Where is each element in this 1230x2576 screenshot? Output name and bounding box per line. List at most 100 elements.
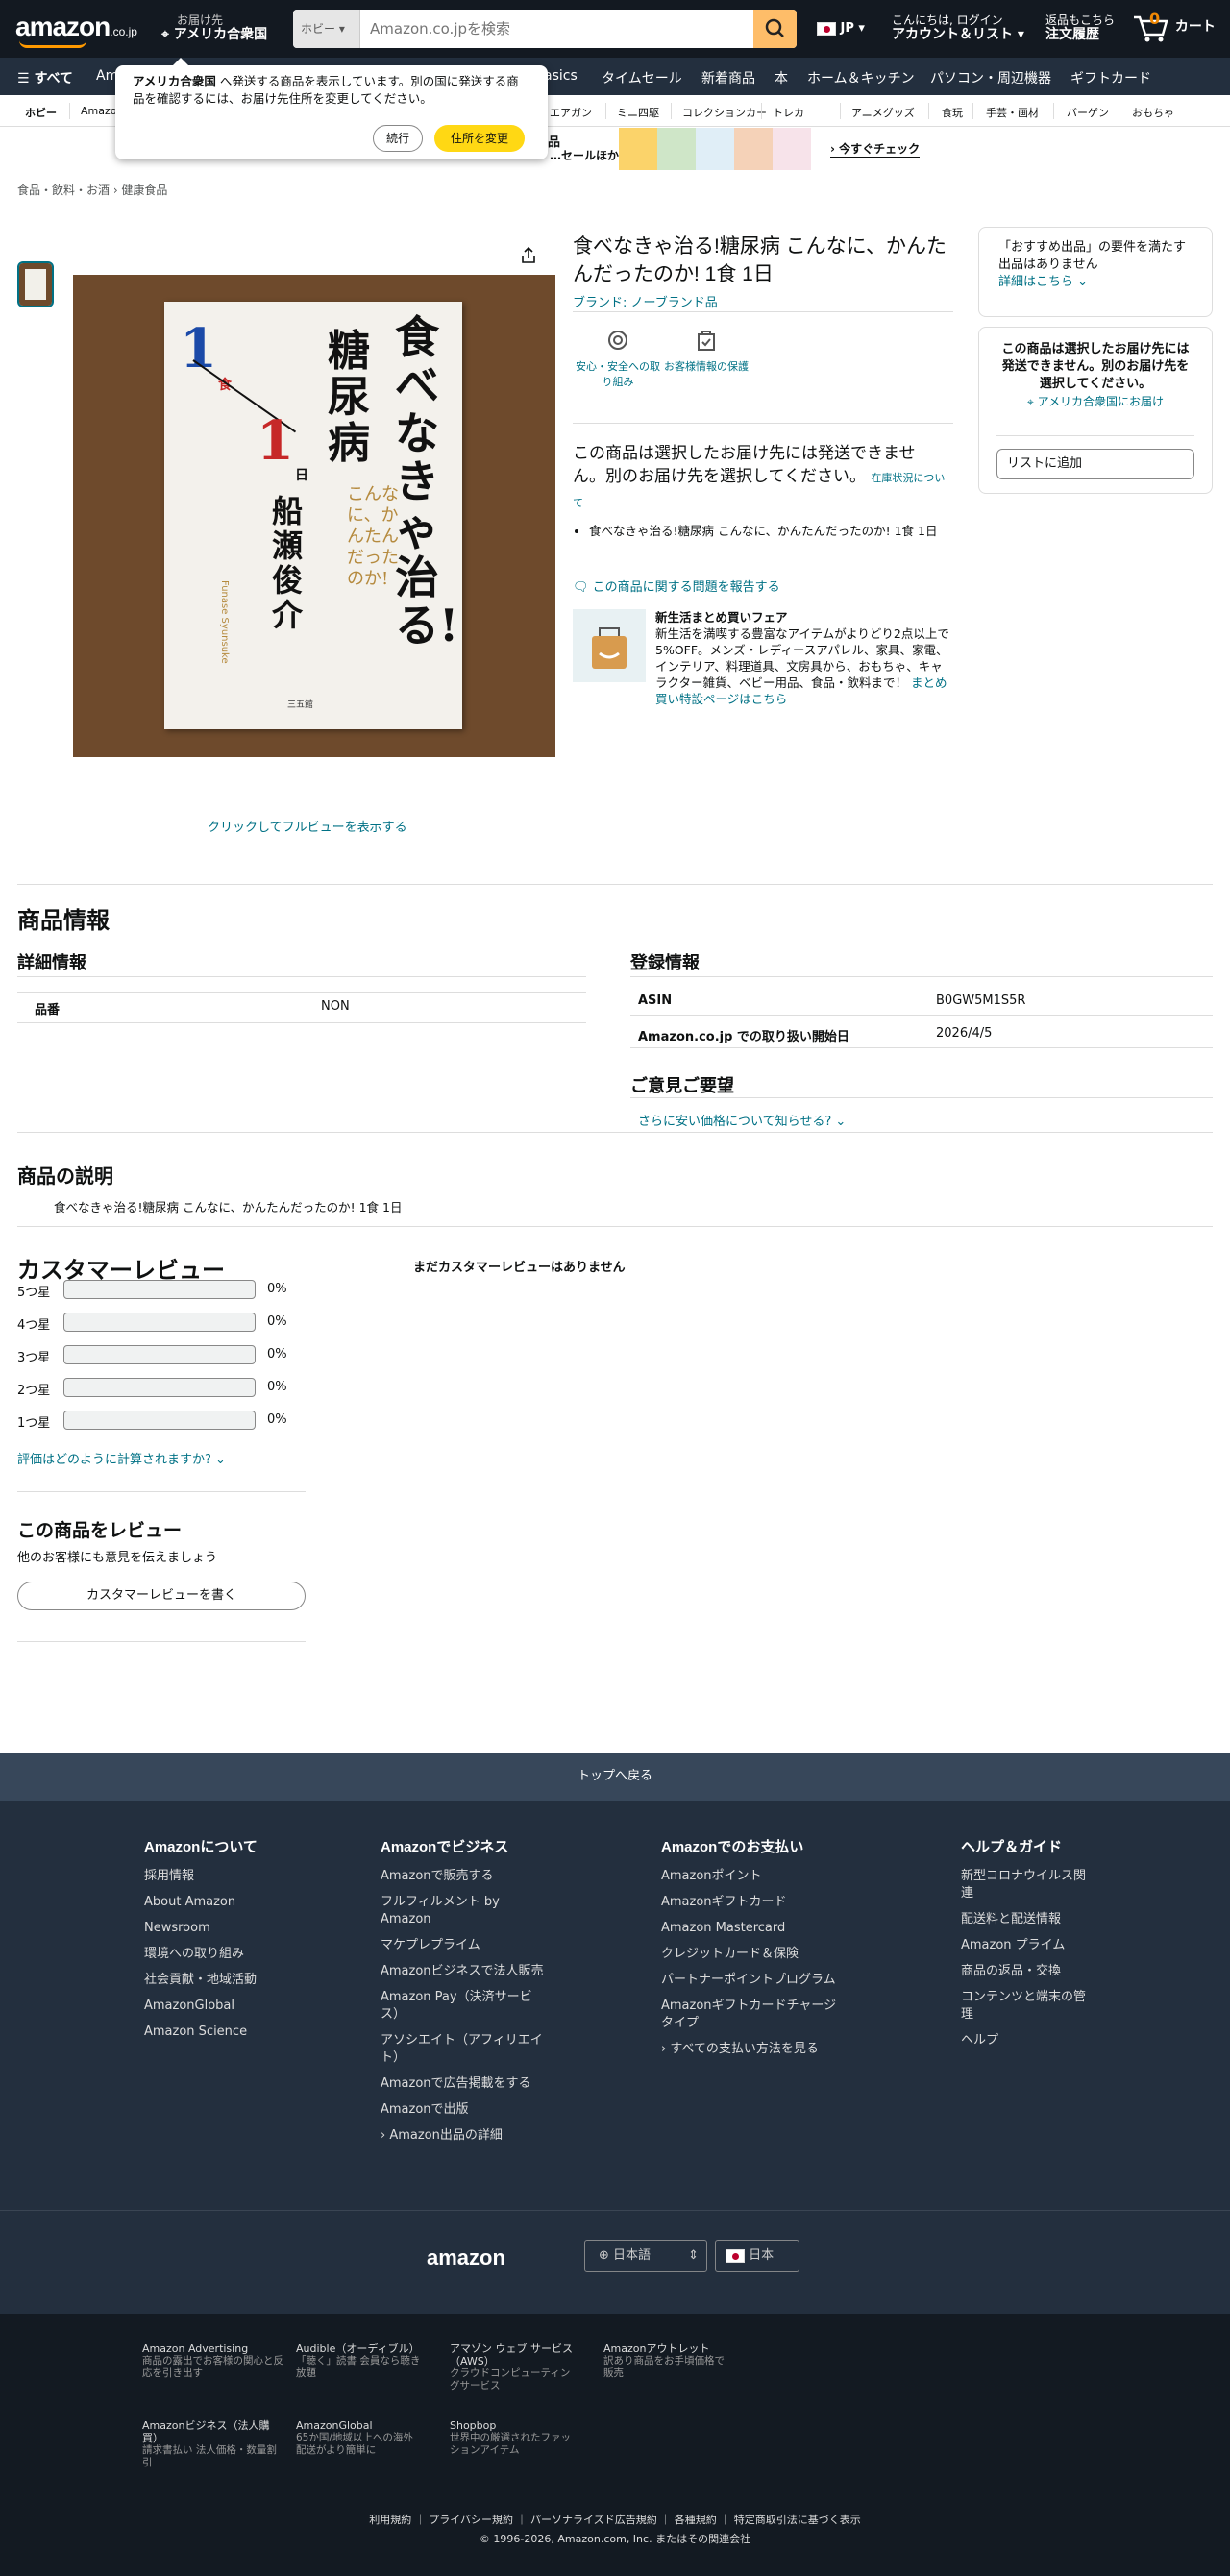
rating-percent: 0% [267, 1412, 287, 1427]
footer-link[interactable]: About Amazon [144, 1894, 279, 1911]
legal-link-terms[interactable]: 利用規約 [369, 2514, 411, 2526]
back-to-top-button[interactable]: トップへ戻る [0, 1753, 1230, 1801]
rating-row[interactable]: 3つ星 0% [17, 1345, 306, 1365]
subnav-bargain[interactable]: バーゲン [1067, 105, 1109, 120]
footer-link[interactable]: Newsroom [144, 1920, 279, 1937]
footer-link[interactable]: AmazonGlobal [144, 1998, 279, 2015]
footer-link[interactable]: Amazon Mastercard [661, 1920, 844, 1937]
price-feedback-link[interactable]: さらに安い価格について知らせる? ⌄ [638, 1111, 846, 1129]
language-selector[interactable]: JP ▾ [817, 21, 865, 36]
rating-row[interactable]: 2つ星 0% [17, 1378, 306, 1398]
footer-link[interactable]: Amazonで広告掲載をする [381, 2075, 544, 2093]
nav-item-books[interactable]: 本 [775, 68, 788, 87]
report-issue-link[interactable]: 🗨 この商品に関する問題を報告する [573, 577, 780, 595]
footer-link[interactable]: Amazonポイント [661, 1868, 844, 1885]
footer-link[interactable]: Amazon Pay（決済サービス） [381, 1989, 544, 2024]
nav-item-new[interactable]: 新着商品 [701, 68, 755, 87]
footer-link[interactable]: Amazon Science [144, 2024, 279, 2041]
footer-link[interactable]: アソシエイト（アフィリエイト） [381, 2032, 544, 2067]
rating-calc-link[interactable]: 評価はどのように計算されますか? ⌄ [17, 1449, 226, 1467]
legal-link-various[interactable]: 各種規約 [675, 2514, 717, 2526]
subnav-trading-cards[interactable]: トレカ [773, 105, 804, 120]
nav-all-menu[interactable]: ☰ すべて [17, 68, 73, 87]
privacy-feature[interactable]: お客様情報の保護 [663, 327, 750, 375]
rating-bar [63, 1280, 256, 1299]
footer-link[interactable]: 採用情報 [144, 1868, 279, 1885]
footer-link[interactable]: Amazonギフトカード [661, 1894, 844, 1911]
nav-item-pc[interactable]: パソコン・周辺機器 [930, 68, 1051, 87]
product-main-image[interactable]: 食べなきゃ治る! 糖尿病 こんなに、かんたんだったのか! 1 食 1 日 船瀬俊… [73, 275, 555, 757]
deliver-to[interactable]: お届け先 ⌖ アメリカ合衆国 [161, 13, 267, 42]
search-category-dropdown[interactable]: ホビー ▾ [293, 10, 360, 48]
footer-link[interactable]: コンテンツと端末の管理 [961, 1989, 1095, 2024]
rating-row[interactable]: 5つ星 0% [17, 1280, 306, 1300]
amazon-logo[interactable]: amazon.co.jp [15, 12, 137, 48]
footer-link[interactable]: 社会貢献・地域活動 [144, 1972, 279, 1989]
subnav-shokugan[interactable]: 食玩 [942, 105, 963, 120]
subnav-craft[interactable]: 手芸・画材 [986, 105, 1039, 120]
legal-link-ads[interactable]: パーソナライズド広告規約 [530, 2514, 657, 2526]
footer-link[interactable]: › Amazon出品の詳細 [381, 2127, 544, 2145]
subnav-collection-car[interactable]: コレクションカー [682, 105, 767, 120]
image-thumbnail[interactable] [17, 261, 54, 307]
footer-amazon-logo[interactable]: amazon [427, 2245, 505, 2270]
subnav-anime-goods[interactable]: アニメグッズ [851, 105, 915, 120]
subnav-mini4wd[interactable]: ミニ四駆 [617, 105, 659, 120]
service-audible[interactable]: Audible（オーディブル） 「聴く」読書 会員なら聴き放題 [296, 2343, 421, 2380]
footer-link[interactable]: Amazonで出版 [381, 2101, 544, 2119]
safety-feature[interactable]: 安心・安全への取り組み [575, 327, 661, 390]
footer-link[interactable]: 新型コロナウイルス関連 [961, 1868, 1095, 1902]
footer-link[interactable]: 配送料と配送情報 [961, 1911, 1095, 1928]
brand-link[interactable]: ブランド: ノーブランド品 [573, 292, 718, 310]
search-input[interactable] [362, 10, 747, 48]
service-aws[interactable]: アマゾン ウェブ サービス（AWS） クラウドコンピューティングサービス [450, 2343, 575, 2392]
footer-link[interactable]: Amazon プライム [961, 1937, 1095, 1954]
footer-link[interactable]: 環境への取り組み [144, 1946, 279, 1963]
footer-link[interactable]: Amazonビジネスで法人販売 [381, 1963, 544, 1980]
subnav-airgun[interactable]: エアガン [550, 105, 592, 120]
nav-item-basics[interactable]: asics [544, 68, 578, 84]
footer-link[interactable]: 商品の返品・交換 [961, 1963, 1095, 1980]
banner-cta-link[interactable]: › 今すぐチェック [830, 140, 921, 158]
breadcrumb[interactable]: 食品・飲料・お酒 › 健康食品 [17, 182, 167, 198]
continue-button[interactable]: 続行 [373, 125, 423, 152]
subnav-toys[interactable]: おもちゃ [1132, 105, 1174, 120]
footer-country-select[interactable]: 日本 [715, 2240, 800, 2272]
share-button[interactable] [519, 246, 538, 269]
account-menu[interactable]: こんにちは, ログイン アカウント＆リスト ▾ [892, 13, 1024, 42]
footer-language-select[interactable]: ⊕ 日本語 ⇕ [584, 2240, 707, 2272]
footer-link[interactable]: パートナーポイントプログラム [661, 1972, 844, 1989]
service-outlet[interactable]: Amazonアウトレット 訳あり商品をお手頃価格で販売 [603, 2343, 728, 2380]
subnav-amazon[interactable]: Amazo [81, 105, 117, 117]
details-link[interactable]: 詳細はこちら ⌄ [998, 275, 1088, 289]
promo-image[interactable] [573, 609, 646, 682]
service-shopbop[interactable]: Shopbop 世界中の厳選されたファッションアイテム [450, 2419, 575, 2457]
service-advertising[interactable]: Amazon Advertising 商品の露出でお客様の関心と反応を引き出す [142, 2343, 286, 2380]
service-global[interactable]: AmazonGlobal 65か国/地域以上への海外配送がより簡単に [296, 2419, 421, 2457]
rating-row[interactable]: 1つ星 0% [17, 1411, 306, 1431]
search-button[interactable] [753, 10, 797, 48]
write-review-button[interactable]: カスタマーレビューを書く [17, 1582, 306, 1610]
legal-link-commerce[interactable]: 特定商取引法に基づく表示 [734, 2514, 861, 2526]
footer-link[interactable]: ヘルプ [961, 2032, 1095, 2049]
footer-link[interactable]: Amazonで販売する [381, 1868, 544, 1885]
nav-item-timesale[interactable]: タイムセール [602, 68, 682, 87]
subnav-hobby[interactable]: ホビー [25, 105, 57, 120]
footer-link[interactable]: フルフィルメント by Amazon [381, 1894, 544, 1928]
footer-link[interactable]: Amazonギフトカードチャージタイプ [661, 1998, 844, 2032]
change-address-button[interactable]: 住所を変更 [434, 125, 525, 152]
footer-col-help: ヘルプ＆ガイド 新型コロナウイルス関連 配送料と配送情報 Amazon プライム… [961, 1839, 1095, 2058]
footer-link[interactable]: マケプレプライム [381, 1937, 544, 1954]
footer-link[interactable]: クレジットカード＆保険 [661, 1946, 844, 1963]
nav-item-home-kitchen[interactable]: ホーム＆キッチン [807, 68, 915, 87]
rating-row[interactable]: 4つ星 0% [17, 1313, 306, 1333]
nav-item-giftcard[interactable]: ギフトカード [1070, 68, 1151, 87]
deliver-to-usa-link[interactable]: ⌖ アメリカ合衆国にお届け [1027, 395, 1164, 408]
footer-link[interactable]: › すべての支払い方法を見る [661, 2041, 844, 2058]
full-view-link[interactable]: クリックしてフルビューを表示する [208, 817, 407, 835]
cart-button[interactable]: 0 カート [1132, 10, 1216, 44]
orders-link[interactable]: 返品もこちら 注文履歴 [1046, 13, 1115, 42]
legal-link-privacy[interactable]: プライバシー規約 [429, 2514, 513, 2526]
add-to-list-button[interactable]: リストに追加 [996, 449, 1194, 479]
service-business[interactable]: Amazonビジネス（法人購買） 請求書払い 法人価格・数量割引 [142, 2419, 277, 2469]
